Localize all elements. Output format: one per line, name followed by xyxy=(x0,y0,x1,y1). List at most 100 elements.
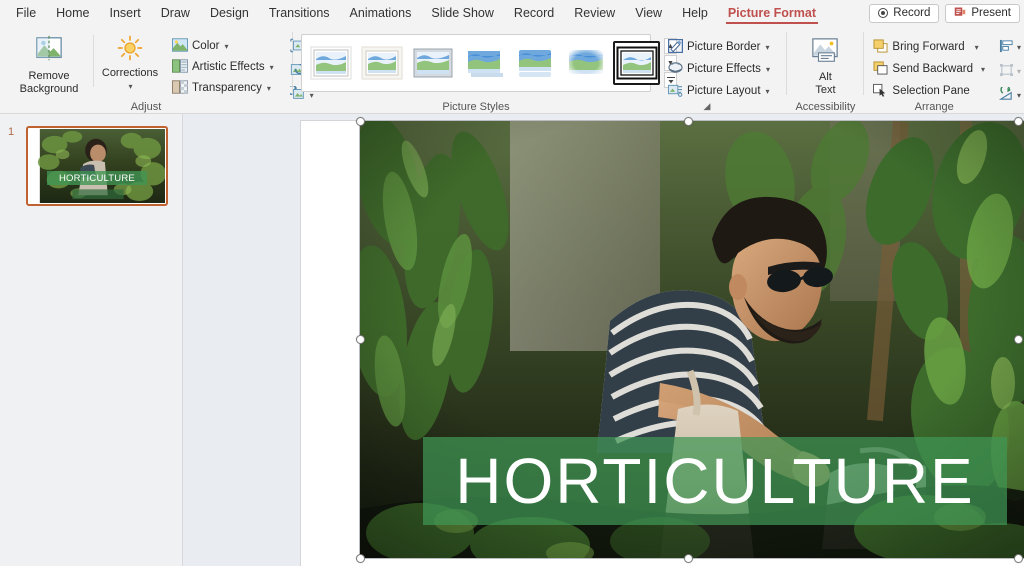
title-bar-actions: Record Present xyxy=(869,3,1024,23)
editor-body: 1 HORTICULTURE HORTICULTURE xyxy=(0,114,1024,566)
alt-text-label-2: Text xyxy=(815,84,836,96)
record-button[interactable]: Record xyxy=(869,3,940,23)
chevron-down-icon[interactable]: ▾ xyxy=(128,80,132,93)
handle-top-left[interactable] xyxy=(355,116,365,126)
handle-middle-left[interactable] xyxy=(355,334,365,344)
send-backward-button[interactable]: Send Backward ▾ xyxy=(870,59,988,79)
powerpoint-window: File Home Insert Draw Design Transitions… xyxy=(0,0,1024,566)
present-button-label: Present xyxy=(971,7,1011,19)
picture-effects-button[interactable]: Picture Effects ▾ xyxy=(665,59,773,79)
chevron-down-icon[interactable]: ▾ xyxy=(224,42,228,51)
send-backward-label: Send Backward xyxy=(892,63,973,75)
present-button[interactable]: Present xyxy=(945,3,1020,23)
handle-bottom-left[interactable] xyxy=(355,553,365,563)
chevron-down-icon[interactable]: ▾ xyxy=(270,63,274,72)
group-label-picture-styles: Picture Styles xyxy=(442,101,510,113)
transparency-icon xyxy=(172,79,188,97)
send-backward-icon xyxy=(873,60,888,78)
picture-style-metal-frame[interactable] xyxy=(410,42,455,84)
tab-file[interactable]: File xyxy=(0,0,46,26)
handle-bottom-center[interactable] xyxy=(683,553,693,563)
artistic-effects-button[interactable]: Artistic Effects ▾ xyxy=(169,57,277,77)
picture-layout-button[interactable]: Picture Layout ▾ xyxy=(665,81,773,101)
chevron-down-icon[interactable]: ▾ xyxy=(766,65,770,74)
tab-transitions[interactable]: Transitions xyxy=(259,0,340,26)
bring-forward-icon xyxy=(873,38,888,56)
chevron-down-icon[interactable]: ▾ xyxy=(1017,43,1021,52)
group-objects-icon xyxy=(999,63,1014,80)
corrections-label: Corrections xyxy=(101,67,159,79)
handle-top-right[interactable] xyxy=(1013,116,1023,126)
tab-insert[interactable]: Insert xyxy=(100,0,151,26)
ribbon-group-accessibility: Alt Text Accessibility xyxy=(787,26,863,114)
artistic-effects-icon xyxy=(172,58,188,76)
picture-title-text: HORTICULTURE xyxy=(455,445,975,517)
slide-thumbnail-pane[interactable]: 1 HORTICULTURE xyxy=(0,114,183,566)
align-objects-button[interactable]: ▾ xyxy=(996,37,1024,57)
ribbon: Remove Background Corrections ▾ Color ▾ … xyxy=(0,26,1024,114)
corrections-button[interactable]: Corrections ▾ xyxy=(99,29,161,93)
divider xyxy=(93,35,94,87)
selection-pane-button[interactable]: Selection Pane xyxy=(870,81,988,101)
chevron-down-icon[interactable]: ▾ xyxy=(267,84,271,93)
group-objects-button: ▾ xyxy=(996,61,1024,81)
slide-thumbnail-1[interactable]: HORTICULTURE xyxy=(26,126,168,206)
chevron-down-icon[interactable]: ▾ xyxy=(766,87,770,96)
ribbon-group-arrange: Bring Forward ▾ Send Backward ▾ Selectio… xyxy=(864,26,1024,114)
picture-style-double-frame-black[interactable] xyxy=(613,41,660,85)
transparency-button[interactable]: Transparency ▾ xyxy=(169,78,277,98)
picture-styles-gallery[interactable]: ▲ ▼ xyxy=(301,34,677,92)
tab-animations[interactable]: Animations xyxy=(340,0,422,26)
slide-picture[interactable]: HORTICULTURE xyxy=(360,121,1024,558)
color-button[interactable]: Color ▾ xyxy=(169,36,277,56)
artistic-effects-label: Artistic Effects xyxy=(192,61,265,73)
alt-text-label-1: Alt xyxy=(819,71,832,83)
tab-slide-show[interactable]: Slide Show xyxy=(421,0,504,26)
tab-home[interactable]: Home xyxy=(46,0,99,26)
tab-design[interactable]: Design xyxy=(200,0,259,26)
ribbon-group-picture-style-options: Picture Border ▾ Picture Effects ▾ Pictu… xyxy=(659,26,786,114)
chevron-down-icon[interactable]: ▾ xyxy=(981,65,985,74)
tab-help[interactable]: Help xyxy=(672,0,718,26)
picture-border-label: Picture Border xyxy=(687,41,761,53)
picture-style-soft-edge-rectangle[interactable] xyxy=(563,42,608,84)
picture-layout-icon xyxy=(668,83,683,100)
picture-style-reflected-rounded-rectangle[interactable] xyxy=(512,42,557,84)
tab-draw[interactable]: Draw xyxy=(151,0,200,26)
tab-record[interactable]: Record xyxy=(504,0,564,26)
tab-review[interactable]: Review xyxy=(564,0,625,26)
transparency-label: Transparency xyxy=(192,82,262,94)
chevron-down-icon[interactable]: ▾ xyxy=(1017,91,1021,100)
handle-middle-right[interactable] xyxy=(1013,334,1023,344)
selection-pane-label: Selection Pane xyxy=(892,85,970,97)
handle-top-center[interactable] xyxy=(683,116,693,126)
remove-background-icon xyxy=(34,35,64,67)
chevron-down-icon[interactable]: ▾ xyxy=(975,43,979,52)
rotate-objects-button[interactable]: ▾ xyxy=(996,84,1024,105)
slide-number-label: 1 xyxy=(8,126,15,138)
tab-view[interactable]: View xyxy=(625,0,672,26)
ribbon-group-adjust: Remove Background Corrections ▾ Color ▾ … xyxy=(0,26,314,114)
tab-picture-format[interactable]: Picture Format xyxy=(718,0,826,26)
handle-bottom-right[interactable] xyxy=(1013,553,1023,563)
picture-effects-label: Picture Effects xyxy=(687,63,761,75)
picture-style-drop-shadow-rectangle[interactable] xyxy=(461,42,506,84)
slide-editing-stage[interactable]: HORTICULTURE xyxy=(183,114,1024,566)
alt-text-button[interactable]: Alt Text xyxy=(787,29,863,97)
remove-background-button[interactable]: Remove Background xyxy=(10,29,88,96)
picture-effects-icon xyxy=(668,61,683,78)
present-icon xyxy=(954,6,966,21)
picture-styles-dialog-launcher[interactable]: ◢ xyxy=(704,101,711,112)
picture-style-simple-frame-white[interactable] xyxy=(308,42,353,84)
slide-canvas[interactable]: HORTICULTURE xyxy=(301,116,1024,566)
chevron-down-icon[interactable]: ▾ xyxy=(766,43,770,52)
chevron-down-icon: ▾ xyxy=(1016,66,1021,76)
color-icon xyxy=(172,37,188,55)
group-label-adjust: Adjust xyxy=(130,101,162,113)
picture-style-beveled-matte-white[interactable] xyxy=(359,42,404,84)
picture-border-button[interactable]: Picture Border ▾ xyxy=(665,37,773,57)
selection-pane-icon xyxy=(873,83,888,100)
corrections-icon xyxy=(117,35,143,65)
bring-forward-button[interactable]: Bring Forward ▾ xyxy=(870,37,988,57)
align-objects-icon xyxy=(999,39,1014,56)
